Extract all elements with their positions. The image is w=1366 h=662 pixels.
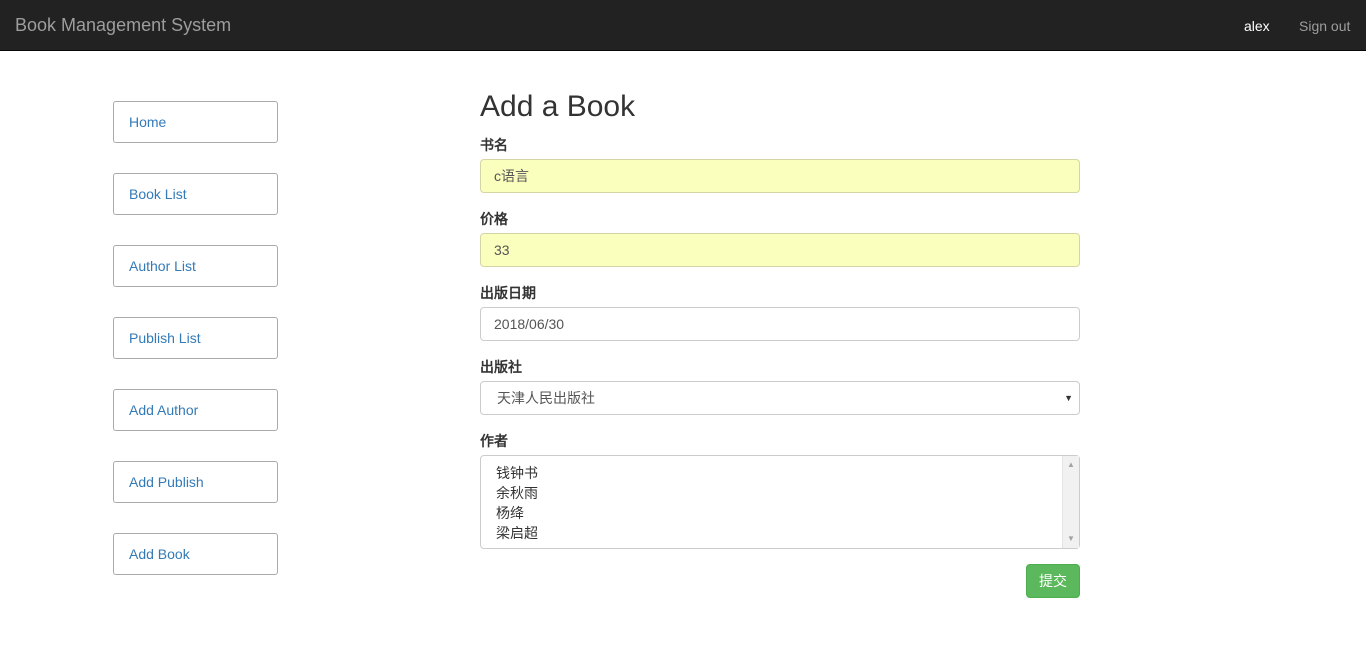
price-input[interactable]: 33 — [480, 233, 1080, 267]
sidebar-item-add-book[interactable]: Add Book — [113, 533, 278, 575]
user-link[interactable]: alex — [1244, 17, 1270, 35]
sidebar-item-add-author[interactable]: Add Author — [113, 389, 278, 431]
book-title-label: 书名 — [480, 137, 508, 153]
sidebar-item-author-list[interactable]: Author List — [113, 245, 278, 287]
author-option[interactable]: 梁启超 — [496, 523, 538, 543]
author-option[interactable]: 杨绛 — [496, 503, 538, 523]
top-navbar: Book Management System alex Sign out — [0, 0, 1366, 51]
signout-link[interactable]: Sign out — [1299, 17, 1350, 35]
author-scrollbar[interactable]: ▲ ▼ — [1062, 456, 1079, 548]
brand-link[interactable]: Book Management System — [15, 14, 231, 36]
author-label: 作者 — [480, 433, 508, 449]
sidebar-item-book-list[interactable]: Book List — [113, 173, 278, 215]
sidebar-item-add-publish[interactable]: Add Publish — [113, 461, 278, 503]
page-title: Add a Book — [480, 90, 636, 123]
publish-date-input[interactable]: 2018/06/30 — [480, 307, 1080, 341]
publisher-label: 出版社 — [480, 359, 522, 375]
sidebar-item-home[interactable]: Home — [113, 101, 278, 143]
author-option[interactable]: 钱钟书 — [496, 463, 538, 483]
sidebar-item-publish-list[interactable]: Publish List — [113, 317, 278, 359]
price-label: 价格 — [480, 211, 508, 227]
author-option[interactable]: 余秋雨 — [496, 483, 538, 503]
book-title-input[interactable]: c语言 — [480, 159, 1080, 193]
author-multiselect[interactable]: 钱钟书 余秋雨 杨绛 梁启超 ▲ ▼ — [480, 455, 1080, 549]
scroll-down-arrow-icon[interactable]: ▼ — [1063, 533, 1079, 545]
chevron-down-icon: ▼ — [1064, 393, 1073, 403]
scroll-up-arrow-icon[interactable]: ▲ — [1063, 459, 1079, 471]
publisher-selected-value: 天津人民出版社 — [497, 390, 595, 406]
submit-button[interactable]: 提交 — [1026, 564, 1080, 598]
publisher-select[interactable]: 天津人民出版社 ▼ — [480, 381, 1080, 415]
publish-date-label: 出版日期 — [480, 285, 536, 301]
